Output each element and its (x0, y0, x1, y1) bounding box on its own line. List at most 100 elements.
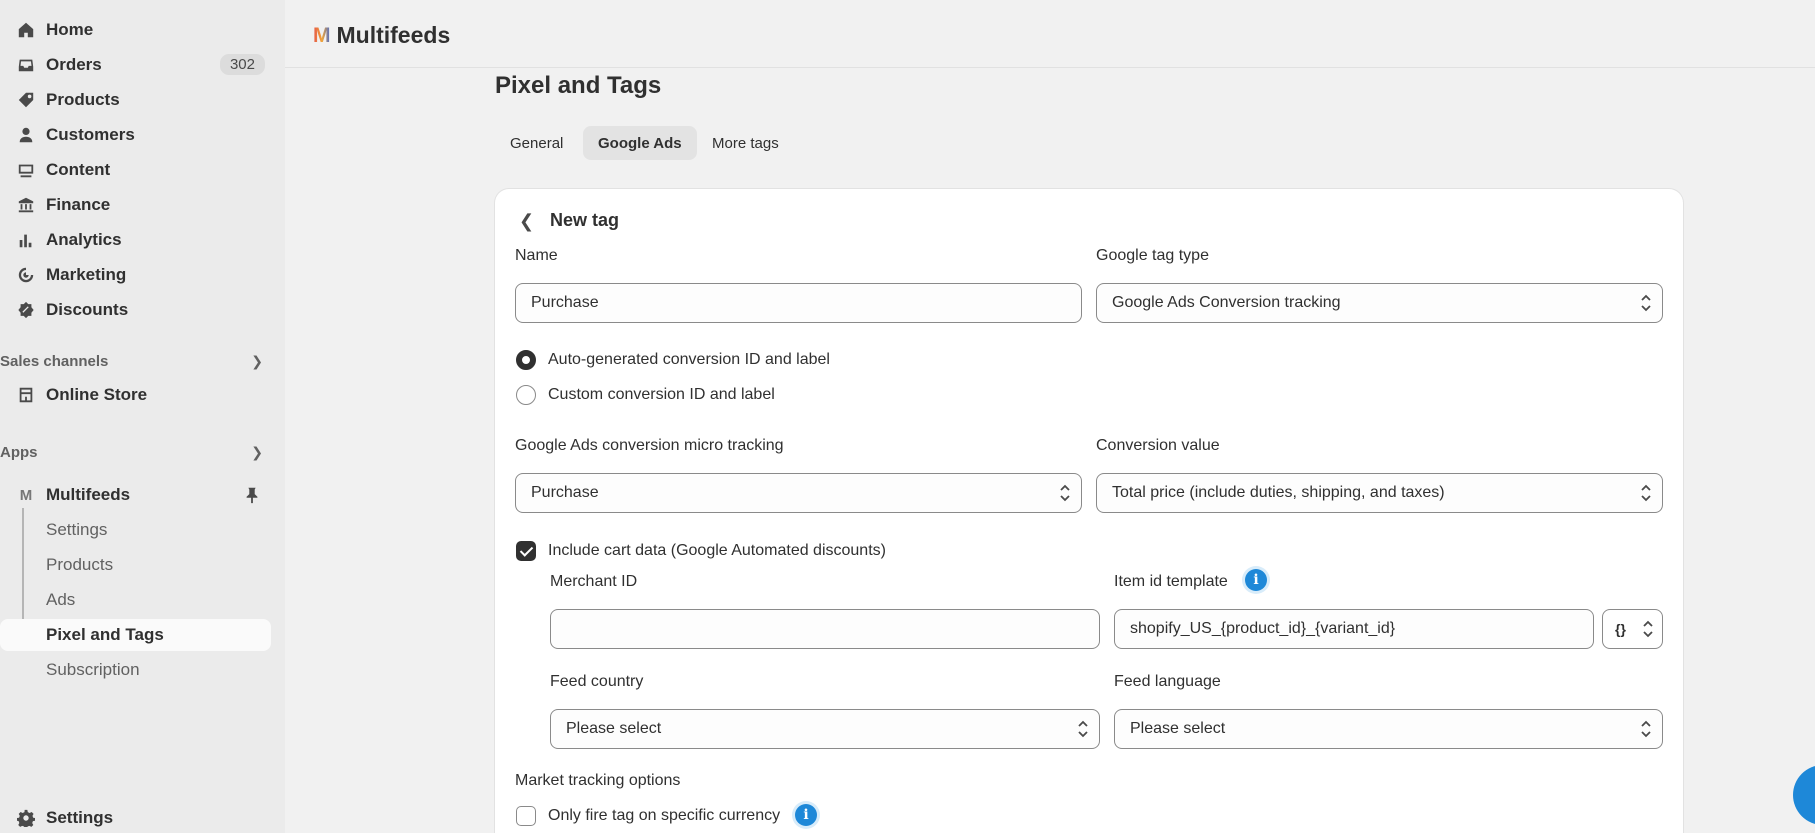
brand-name: Multifeeds (336, 22, 451, 48)
nav-content-label: Content (46, 160, 111, 179)
chevron-right-icon: ❯ (251, 444, 263, 460)
nav-analytics[interactable]: Analytics (0, 224, 271, 256)
nav-analytics-label: Analytics (46, 230, 122, 249)
tab-general[interactable]: General (495, 126, 578, 160)
sub-products-label: Products (46, 555, 114, 574)
currency-info-icon[interactable]: i (795, 804, 817, 826)
bar-chart-icon (16, 230, 36, 250)
micro-tracking-select[interactable]: Purchase (515, 473, 1082, 513)
sub-pixel-and-tags[interactable]: Pixel and Tags (0, 619, 271, 651)
nav-orders-label: Orders (46, 55, 102, 74)
item-template-label: Item id template (1114, 573, 1228, 590)
radio-auto-generated[interactable] (516, 350, 536, 370)
nav-products-label: Products (46, 90, 120, 109)
person-icon (16, 125, 36, 145)
nav-marketing-label: Marketing (46, 265, 127, 284)
sub-ads-label: Ads (46, 590, 76, 609)
bank-icon (16, 195, 36, 215)
back-arrow-icon[interactable]: ❮ (519, 211, 534, 232)
merchant-id-input[interactable] (550, 609, 1100, 649)
new-tag-card: ❮ New tag Name Purchase Google tag type … (495, 189, 1683, 833)
multifeeds-logo-icon: M (19, 486, 33, 504)
micro-tracking-label: Google Ads conversion micro tracking (515, 437, 784, 454)
nav-settings-label: Settings (46, 808, 114, 827)
radio-custom[interactable] (516, 385, 536, 405)
nav-finance[interactable]: Finance (0, 189, 271, 221)
nav-content[interactable]: Content (0, 154, 271, 186)
nav-customers-label: Customers (46, 125, 135, 144)
nav-orders[interactable]: Orders 302 (0, 49, 271, 81)
select-arrows-icon (1078, 720, 1088, 738)
chevron-right-icon: ❯ (251, 353, 263, 369)
nav-customers[interactable]: Customers (0, 119, 271, 151)
sub-settings[interactable]: Settings (0, 514, 271, 546)
nav-home[interactable]: Home (0, 14, 271, 46)
select-arrows-icon (1641, 294, 1651, 312)
nav-online-store-label: Online Store (46, 385, 148, 404)
sidebar: Home Orders 302 Products Customers Conte… (0, 0, 285, 833)
conversion-value-label: Conversion value (1096, 437, 1220, 454)
store-icon (16, 385, 36, 405)
specific-currency-label: Only fire tag on specific currency (548, 807, 781, 824)
multifeeds-logo-icon: M (313, 23, 331, 47)
nav-multifeeds-app[interactable]: M Multifeeds (0, 479, 271, 511)
nav-products[interactable]: Products (0, 84, 271, 116)
select-arrows-icon (1643, 620, 1653, 638)
market-tracking-label: Market tracking options (515, 772, 681, 789)
nav-online-store[interactable]: Online Store (0, 379, 271, 411)
item-template-input[interactable]: shopify_US_{product_id}_{variant_id} (1114, 609, 1594, 649)
sub-products[interactable]: Products (0, 549, 271, 581)
select-arrows-icon (1641, 720, 1651, 738)
name-input-value: Purchase (531, 294, 599, 311)
template-variables-button[interactable]: {} (1602, 609, 1663, 649)
nav-multifeeds-label: Multifeeds (46, 485, 131, 504)
nav-home-label: Home (46, 20, 94, 39)
nav-discounts-label: Discounts (46, 300, 129, 319)
apps-label: Apps (0, 443, 38, 461)
apps-header[interactable]: Apps ❯ (0, 438, 271, 466)
sub-subscription[interactable]: Subscription (0, 654, 271, 686)
specific-currency-checkbox[interactable] (516, 806, 536, 826)
feed-country-value: Please select (566, 720, 662, 737)
target-icon (16, 265, 36, 285)
item-template-value: shopify_US_{product_id}_{variant_id} (1130, 620, 1396, 637)
nav-marketing[interactable]: Marketing (0, 259, 271, 291)
brand: M Multifeeds (313, 22, 450, 49)
conversion-value-value: Total price (include duties, shipping, a… (1112, 484, 1445, 501)
select-arrows-icon (1060, 484, 1070, 502)
sub-subscription-label: Subscription (46, 660, 140, 679)
item-template-info-icon[interactable]: i (1245, 569, 1267, 591)
nav-settings[interactable]: Settings (0, 802, 271, 833)
sub-ads[interactable]: Ads (0, 584, 271, 616)
card-title: New tag (550, 210, 620, 230)
tab-google-ads[interactable]: Google Ads (583, 126, 697, 160)
name-label: Name (515, 247, 558, 264)
sub-settings-label: Settings (46, 520, 108, 539)
page-title: Pixel and Tags (495, 72, 662, 99)
name-input[interactable]: Purchase (515, 283, 1082, 323)
home-icon (16, 20, 36, 40)
feed-country-label: Feed country (550, 673, 644, 690)
pin-icon[interactable] (243, 486, 261, 504)
feed-language-select[interactable]: Please select (1114, 709, 1663, 749)
orders-count-badge: 302 (219, 54, 265, 75)
tag-icon (16, 90, 36, 110)
include-cart-checkbox[interactable] (516, 541, 536, 561)
feed-language-label: Feed language (1114, 673, 1221, 690)
discount-icon (16, 300, 36, 320)
inbox-icon (16, 55, 36, 75)
merchant-id-label: Merchant ID (550, 573, 638, 590)
radio-custom-label: Custom conversion ID and label (548, 386, 775, 403)
conversion-value-select[interactable]: Total price (include duties, shipping, a… (1096, 473, 1663, 513)
feed-language-value: Please select (1130, 720, 1226, 737)
micro-tracking-value: Purchase (531, 484, 599, 501)
feed-country-select[interactable]: Please select (550, 709, 1100, 749)
chat-bubble-button[interactable] (1793, 765, 1815, 825)
tag-type-select[interactable]: Google Ads Conversion tracking (1096, 283, 1663, 323)
tab-more-tags[interactable]: More tags (697, 126, 794, 160)
app-header: M Multifeeds (285, 0, 1815, 68)
nav-discounts[interactable]: Discounts (0, 294, 271, 326)
gear-icon (16, 808, 36, 828)
template-button-label: {} (1615, 621, 1626, 637)
sales-channels-header[interactable]: Sales channels ❯ (0, 347, 271, 375)
